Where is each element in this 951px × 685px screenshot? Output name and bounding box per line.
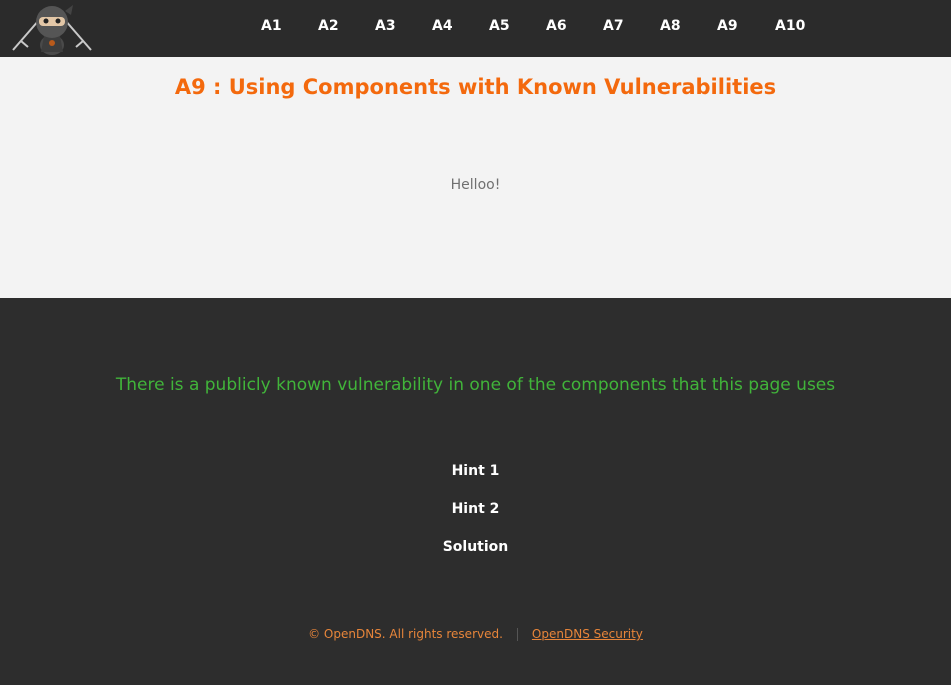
nav-link-a9[interactable]: A9 — [717, 17, 738, 35]
footer-divider — [516, 628, 518, 641]
copyright-row: © OpenDNS. All rights reserved. OpenDNS S… — [0, 626, 951, 642]
challenge-description: There is a publicly known vulnerability … — [115, 375, 836, 395]
section-navigation: A1 A2 A3 A4 A5 A6 A7 A8 A9 A10 — [0, 0, 951, 57]
nav-link-a7[interactable]: A7 — [603, 17, 624, 35]
hint-1-link[interactable]: Hint 1 — [0, 462, 951, 480]
nav-link-a5[interactable]: A5 — [489, 17, 510, 35]
nav-link-a8[interactable]: A8 — [660, 17, 681, 35]
opendns-security-link[interactable]: OpenDNS Security — [532, 627, 643, 641]
nav-link-a3[interactable]: A3 — [375, 17, 396, 35]
top-navigation-bar: A1 A2 A3 A4 A5 A6 A7 A8 A9 A10 — [0, 0, 951, 57]
nav-link-a6[interactable]: A6 — [546, 17, 567, 35]
nav-link-a1[interactable]: A1 — [261, 17, 282, 35]
nav-link-a2[interactable]: A2 — [318, 17, 339, 35]
nav-link-a10[interactable]: A10 — [775, 17, 805, 35]
copyright-text: © OpenDNS. All rights reserved. — [308, 627, 503, 641]
main-content: A9 : Using Components with Known Vulnera… — [0, 57, 951, 298]
solution-link[interactable]: Solution — [0, 538, 951, 556]
nav-link-a4[interactable]: A4 — [432, 17, 453, 35]
hint-2-link[interactable]: Hint 2 — [0, 500, 951, 518]
footer-section: There is a publicly known vulnerability … — [0, 298, 951, 685]
greeting-text: Helloo! — [450, 177, 501, 193]
page-title: A9 : Using Components with Known Vulnera… — [174, 75, 777, 99]
